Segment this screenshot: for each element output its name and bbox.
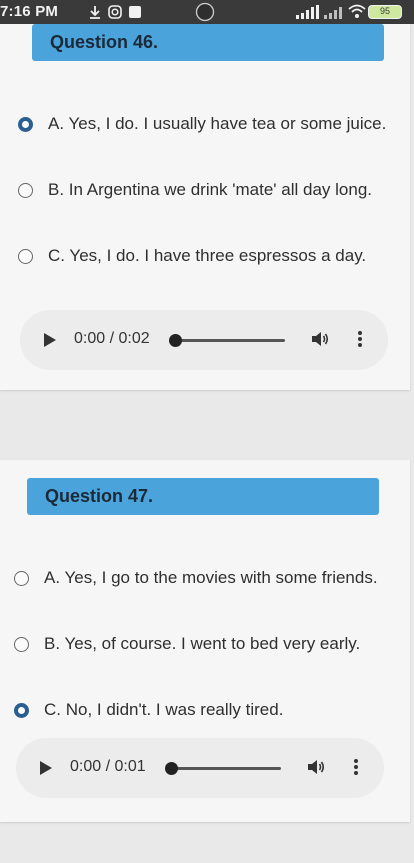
radio-unselected[interactable] <box>18 249 33 264</box>
radio-unselected[interactable] <box>14 571 29 586</box>
option-b[interactable]: B. In Argentina we drink 'mate' all day … <box>18 174 388 206</box>
radio-unselected[interactable] <box>14 637 29 652</box>
cell-signal-icon <box>296 5 319 19</box>
audio-player: 0:00 / 0:01 <box>16 738 384 798</box>
battery-level: 95 <box>379 6 390 16</box>
radio-selected[interactable] <box>14 703 29 718</box>
volume-icon[interactable] <box>306 757 326 777</box>
option-c[interactable]: C. No, I didn't. I was really tired. <box>14 694 384 726</box>
audio-player: 0:00 / 0:02 <box>20 310 388 370</box>
question-card-46: Question 46. A. Yes, I do. I usually hav… <box>0 24 410 390</box>
option-b[interactable]: B. Yes, of course. I went to bed very ea… <box>14 628 384 660</box>
progress-thumb[interactable] <box>169 334 182 347</box>
play-icon[interactable] <box>44 333 56 347</box>
audio-progress-slider[interactable] <box>165 762 281 775</box>
play-icon[interactable] <box>40 761 52 775</box>
app-icon <box>129 6 141 18</box>
audio-time: 0:00 / 0:02 <box>74 330 150 347</box>
audio-progress-slider[interactable] <box>169 334 285 347</box>
question-card-47: Question 47. A. Yes, I go to the movies … <box>0 460 410 822</box>
more-options-icon[interactable] <box>352 757 360 777</box>
status-bar: 7:16 PM 95 <box>0 0 414 24</box>
progress-thumb[interactable] <box>165 762 178 775</box>
download-icon <box>90 6 100 19</box>
more-options-icon[interactable] <box>356 329 364 349</box>
volume-icon[interactable] <box>310 329 330 349</box>
question-title: Question 46. <box>32 24 384 61</box>
battery-icon: 95 <box>368 5 402 19</box>
radio-selected[interactable] <box>18 117 33 132</box>
option-a[interactable]: A. Yes, I go to the movies with some fri… <box>14 562 384 594</box>
audio-time: 0:00 / 0:01 <box>70 758 146 775</box>
cell-signal-icon <box>324 7 342 19</box>
option-a[interactable]: A. Yes, I do. I usually have tea or some… <box>18 108 388 140</box>
question-title: Question 47. <box>27 478 379 515</box>
instagram-icon <box>108 5 122 19</box>
radio-unselected[interactable] <box>18 183 33 198</box>
camera-cutout-icon <box>195 2 215 22</box>
status-time: 7:16 PM <box>0 3 59 20</box>
wifi-icon <box>348 4 366 18</box>
option-c[interactable]: C. Yes, I do. I have three espressos a d… <box>18 240 388 272</box>
